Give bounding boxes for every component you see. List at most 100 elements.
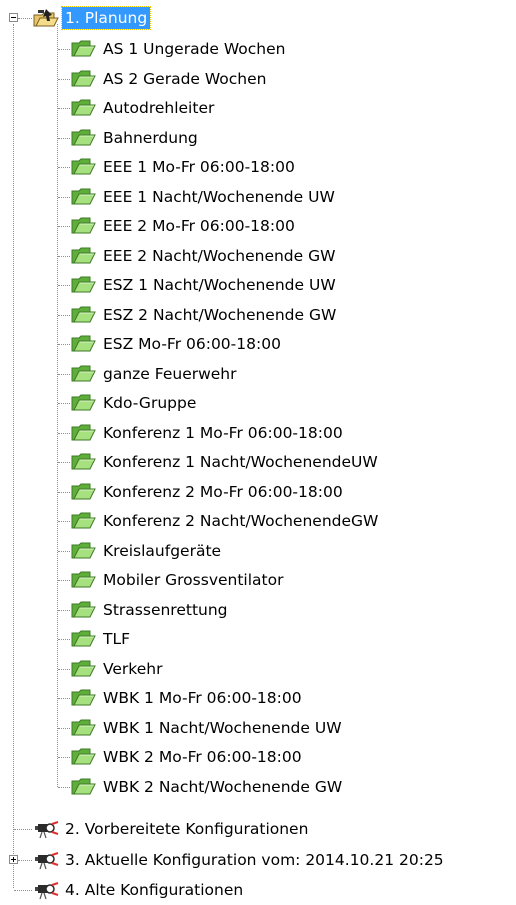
tree-node-label[interactable]: ESZ 1 Nacht/Wochenende UW xyxy=(100,274,339,296)
folder-icon xyxy=(70,717,98,739)
folder-icon xyxy=(70,127,98,149)
tree-connector xyxy=(58,580,70,581)
tree-view[interactable]: 1. Planung AS 1 Ungerade Wochen AS 2 Ger… xyxy=(0,0,516,902)
tree-connector xyxy=(58,786,70,788)
tree-connector xyxy=(58,137,70,139)
tree-node[interactable]: Kdo-Gruppe xyxy=(70,388,199,418)
tree-node-label[interactable]: Bahnerdung xyxy=(100,127,201,149)
tree-node-label[interactable]: 4. Alte Konfigurationen xyxy=(62,879,246,901)
tree-node-label[interactable]: Konferenz 2 Mo-Fr 06:00-18:00 xyxy=(100,481,346,503)
tree-node-label[interactable]: Konferenz 1 Mo-Fr 06:00-18:00 xyxy=(100,422,346,444)
projector-icon xyxy=(32,849,60,871)
tree-node[interactable]: EEE 1 Mo-Fr 06:00-18:00 xyxy=(70,152,298,182)
tree-connector xyxy=(58,432,70,434)
tree-connector xyxy=(58,403,70,404)
tree-node[interactable]: ESZ Mo-Fr 06:00-18:00 xyxy=(70,329,284,359)
folder-icon xyxy=(70,599,98,621)
tree-node[interactable]: Bahnerdung xyxy=(70,123,201,153)
tree-connector xyxy=(58,727,70,729)
tree-node-label[interactable]: WBK 1 Mo-Fr 06:00-18:00 xyxy=(100,687,305,709)
tree-connector xyxy=(58,373,70,375)
tree-connector xyxy=(58,167,70,168)
tree-node[interactable]: Verkehr xyxy=(70,654,165,684)
folder-icon xyxy=(70,68,98,90)
tree-connector xyxy=(18,859,32,861)
tree-node-config[interactable]: 2. Vorbereitete Konfigurationen xyxy=(32,814,311,844)
folder-icon xyxy=(70,746,98,768)
folder-icon xyxy=(70,510,98,532)
tree-node-label[interactable]: Autodrehleiter xyxy=(100,97,217,119)
tree-node[interactable]: Autodrehleiter xyxy=(70,93,217,123)
tree-node-label[interactable]: ESZ Mo-Fr 06:00-18:00 xyxy=(100,333,284,355)
collapse-toggle[interactable] xyxy=(9,13,18,22)
tree-node[interactable]: ganze Feuerwehr xyxy=(70,359,240,389)
tree-connector xyxy=(58,226,70,227)
tree-node[interactable]: WBK 2 Mo-Fr 06:00-18:00 xyxy=(70,742,305,772)
tree-connector xyxy=(13,24,14,888)
tree-node-label[interactable]: EEE 1 Mo-Fr 06:00-18:00 xyxy=(100,156,298,178)
tree-node-root[interactable]: 1. Planung xyxy=(32,3,152,33)
tree-node[interactable]: Kreislaufgeräte xyxy=(70,536,224,566)
tree-node[interactable]: EEE 2 Mo-Fr 06:00-18:00 xyxy=(70,211,298,241)
tree-connector xyxy=(58,344,70,345)
tree-connector xyxy=(58,108,70,109)
tree-connector xyxy=(58,49,70,50)
tree-node[interactable]: Konferenz 1 Nacht/WochenendeUW xyxy=(70,447,381,477)
tree-node[interactable]: AS 1 Ungerade Wochen xyxy=(70,34,288,64)
tree-node-config[interactable]: 4. Alte Konfigurationen xyxy=(32,875,246,905)
tree-node[interactable]: EEE 1 Nacht/Wochenende UW xyxy=(70,182,338,212)
tree-node-label[interactable]: ESZ 2 Nacht/Wochenende GW xyxy=(100,304,339,326)
tree-connector xyxy=(58,609,70,611)
tree-node-label[interactable]: EEE 2 Mo-Fr 06:00-18:00 xyxy=(100,215,298,237)
tree-node[interactable]: Konferenz 2 Mo-Fr 06:00-18:00 xyxy=(70,477,346,507)
tree-node-label[interactable]: Strassenrettung xyxy=(100,599,231,621)
tree-connector xyxy=(58,78,70,80)
tree-node-label[interactable]: Mobiler Grossventilator xyxy=(100,569,286,591)
tree-connector xyxy=(58,521,70,522)
folder-icon xyxy=(70,245,98,267)
tree-node-label[interactable]: 3. Aktuelle Konfiguration vom: 2014.10.2… xyxy=(62,849,447,871)
tree-node[interactable]: WBK 1 Nacht/Wochenende UW xyxy=(70,713,345,743)
tree-node[interactable]: Strassenrettung xyxy=(70,595,231,625)
tree-node-label[interactable]: Konferenz 1 Nacht/WochenendeUW xyxy=(100,451,381,473)
tree-node[interactable]: ESZ 2 Nacht/Wochenende GW xyxy=(70,300,339,330)
tree-node-label[interactable]: Kdo-Gruppe xyxy=(100,392,199,414)
folder-icon xyxy=(70,569,98,591)
tree-node[interactable]: WBK 1 Mo-Fr 06:00-18:00 xyxy=(70,683,305,713)
tree-node[interactable]: Mobiler Grossventilator xyxy=(70,565,286,595)
tree-node-label[interactable]: Verkehr xyxy=(100,658,165,680)
folder-icon xyxy=(70,186,98,208)
tree-node-label[interactable]: AS 1 Ungerade Wochen xyxy=(100,38,288,60)
tree-node[interactable]: AS 2 Gerade Wochen xyxy=(70,64,269,94)
folder-icon xyxy=(70,363,98,385)
tree-node-label[interactable]: WBK 1 Nacht/Wochenende UW xyxy=(100,717,345,739)
tree-connector xyxy=(14,890,32,891)
settings-folder-icon xyxy=(32,7,60,29)
tree-node-config[interactable]: 3. Aktuelle Konfiguration vom: 2014.10.2… xyxy=(32,845,447,875)
tree-node-label[interactable]: EEE 2 Nacht/Wochenende GW xyxy=(100,245,338,267)
tree-connector xyxy=(58,314,70,316)
tree-node[interactable]: WBK 2 Nacht/Wochenende GW xyxy=(70,772,345,802)
tree-node-label[interactable]: 2. Vorbereitete Konfigurationen xyxy=(62,818,311,840)
tree-node-label[interactable]: WBK 2 Mo-Fr 06:00-18:00 xyxy=(100,746,305,768)
tree-connector xyxy=(58,757,70,758)
tree-node[interactable]: ESZ 1 Nacht/Wochenende UW xyxy=(70,270,339,300)
tree-node-label[interactable]: WBK 2 Nacht/Wochenende GW xyxy=(100,776,345,798)
tree-node-label[interactable]: 1. Planung xyxy=(60,6,152,30)
tree-node[interactable]: TLF xyxy=(70,624,133,654)
tree-node-label[interactable]: TLF xyxy=(100,628,133,650)
tree-connector xyxy=(58,698,70,699)
tree-node-label[interactable]: ganze Feuerwehr xyxy=(100,363,240,385)
folder-icon xyxy=(70,451,98,473)
tree-node-label[interactable]: AS 2 Gerade Wochen xyxy=(100,68,269,90)
tree-node[interactable]: EEE 2 Nacht/Wochenende GW xyxy=(70,241,338,271)
tree-connector xyxy=(18,18,32,19)
tree-node-label[interactable]: EEE 1 Nacht/Wochenende UW xyxy=(100,186,338,208)
tree-node[interactable]: Konferenz 2 Nacht/WochenendeGW xyxy=(70,506,381,536)
tree-node-label[interactable]: Konferenz 2 Nacht/WochenendeGW xyxy=(100,510,381,532)
folder-icon xyxy=(70,392,98,414)
folder-icon xyxy=(70,156,98,178)
tree-node-label[interactable]: Kreislaufgeräte xyxy=(100,540,224,562)
tree-node[interactable]: Konferenz 1 Mo-Fr 06:00-18:00 xyxy=(70,418,346,448)
expand-toggle[interactable] xyxy=(9,854,18,864)
